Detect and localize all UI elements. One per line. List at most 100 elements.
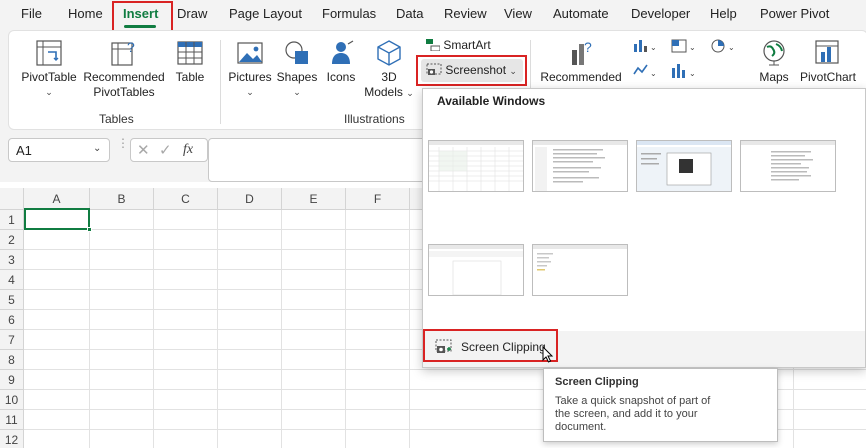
editor-window-preview [537, 253, 553, 271]
screenshot-label: Screenshot [445, 63, 507, 77]
recommended-pivottables-label-2: PivotTables [93, 85, 155, 99]
column-header[interactable]: A [24, 188, 90, 210]
pictures-icon [237, 42, 263, 64]
column-header[interactable]: E [282, 188, 346, 210]
screen-clipping-label: Screen Clipping [461, 340, 546, 354]
screen-clipping-icon [435, 339, 452, 353]
column-header[interactable]: C [154, 188, 218, 210]
window-thumbnail[interactable] [428, 140, 524, 192]
blank-window-preview [429, 251, 523, 295]
insert-function-icon[interactable]: fx [183, 142, 193, 158]
chevron-down-icon: ⌄ [293, 87, 301, 97]
3d-cube-icon [377, 40, 401, 66]
row-header[interactable]: 8 [0, 350, 24, 370]
formula-buttons: ✕ ✓ fx [130, 138, 208, 162]
more-options-icon[interactable]: ⋮ [117, 137, 129, 149]
tab-home[interactable]: Home [68, 6, 103, 21]
row-header[interactable]: 10 [0, 390, 24, 410]
recommended-pivottables-button[interactable]: ? Recommended PivotTables [82, 38, 166, 100]
active-cell-a1[interactable] [24, 208, 90, 230]
chart-type-buttons: ⌄ ⌄ ⌄ ⌄ ⌄ [632, 38, 744, 88]
mouse-cursor-icon [542, 346, 554, 363]
pictures-label: Pictures [228, 70, 272, 84]
smartart-button[interactable]: SmartArt [426, 38, 491, 54]
icons-label: Icons [326, 70, 356, 84]
svg-text:⌄: ⌄ [689, 69, 696, 78]
tab-developer[interactable]: Developer [631, 6, 690, 21]
icons-button[interactable]: Icons [322, 38, 360, 85]
svg-text:⌄: ⌄ [650, 69, 657, 78]
tab-page-layout[interactable]: Page Layout [229, 6, 302, 21]
3d-models-button[interactable]: 3D Models ⌄ [364, 38, 414, 101]
gridline [409, 210, 410, 448]
recommended-pivottables-label-1: Recommended [83, 70, 165, 84]
table-icon [177, 41, 203, 65]
pivotchart-label: PivotChart [799, 70, 857, 84]
name-box-value: A1 [16, 143, 32, 158]
chevron-down-icon[interactable]: ⌄ [93, 143, 101, 154]
chevron-down-icon: ⌄ [45, 87, 53, 97]
spreadsheet-window-preview [429, 147, 523, 191]
screenshot-button[interactable]: Screenshot ⌄ [421, 59, 523, 82]
shapes-button[interactable]: Shapes ⌄ [276, 38, 318, 100]
available-windows-heading: Available Windows [437, 94, 546, 108]
tab-insert[interactable]: Insert [123, 6, 158, 21]
pivotchart-icon [815, 40, 839, 64]
formula-input[interactable] [208, 138, 428, 182]
3d-models-label-1: 3D [381, 70, 397, 84]
pivottable-button[interactable]: PivotTable ⌄ [20, 38, 78, 100]
pivotchart-button[interactable]: PivotChart [796, 38, 860, 85]
tab-draw[interactable]: Draw [177, 6, 207, 21]
chevron-down-icon: ⌄ [509, 66, 517, 76]
screenshot-dropdown: Available Windows Screen Clipping [422, 88, 866, 368]
fill-handle[interactable] [87, 227, 92, 232]
row-header[interactable]: 1 [0, 210, 24, 230]
chevron-down-icon: ⌄ [406, 88, 414, 98]
tab-formulas[interactable]: Formulas [322, 6, 376, 21]
pivottable-icon [36, 40, 62, 66]
window-thumbnail[interactable] [636, 140, 732, 192]
window-thumbnail[interactable] [532, 140, 628, 192]
window-thumbnail[interactable] [428, 244, 524, 296]
icons-icon [332, 40, 354, 64]
row-header[interactable]: 11 [0, 410, 24, 430]
column-header[interactable]: B [90, 188, 154, 210]
pictures-button[interactable]: Pictures ⌄ [227, 38, 273, 100]
row-header[interactable]: 6 [0, 310, 24, 330]
window-thumbnail[interactable] [740, 140, 836, 192]
name-box[interactable]: A1 ⌄ [8, 138, 110, 162]
chevron-down-icon: ⌄ [246, 87, 254, 97]
group-label-illustrations: Illustrations [344, 112, 405, 126]
cancel-icon[interactable]: ✕ [137, 141, 150, 159]
row-header[interactable]: 5 [0, 290, 24, 310]
3d-models-label-2: Models [364, 85, 403, 99]
tab-file[interactable]: File [21, 6, 42, 21]
window-thumbnail[interactable] [532, 244, 628, 296]
row-header[interactable]: 12 [0, 430, 24, 448]
maps-button[interactable]: Maps [756, 38, 792, 85]
select-all-corner[interactable] [0, 188, 24, 210]
enter-check-icon[interactable]: ✓ [159, 141, 172, 159]
column-header[interactable]: F [346, 188, 410, 210]
tab-review[interactable]: Review [444, 6, 487, 21]
tab-power-pivot[interactable]: Power Pivot [760, 6, 829, 21]
table-button[interactable]: Table [170, 38, 210, 85]
tab-view[interactable]: View [504, 6, 532, 21]
tab-data[interactable]: Data [396, 6, 423, 21]
text-window-preview [771, 151, 813, 181]
svg-text:?: ? [127, 39, 135, 55]
row-header[interactable]: 3 [0, 250, 24, 270]
row-header[interactable]: 7 [0, 330, 24, 350]
shapes-icon [285, 41, 308, 64]
column-header[interactable]: D [218, 188, 282, 210]
smartart-icon [426, 39, 441, 52]
tab-automate[interactable]: Automate [553, 6, 609, 21]
row-header[interactable]: 2 [0, 230, 24, 250]
tab-help[interactable]: Help [710, 6, 737, 21]
gridline [153, 210, 154, 448]
recommended-charts-label: Recommended [540, 70, 622, 84]
recommended-charts-button[interactable]: ? Recommended [538, 38, 624, 85]
svg-text:?: ? [584, 39, 592, 55]
row-header[interactable]: 9 [0, 370, 24, 390]
row-header[interactable]: 4 [0, 270, 24, 290]
